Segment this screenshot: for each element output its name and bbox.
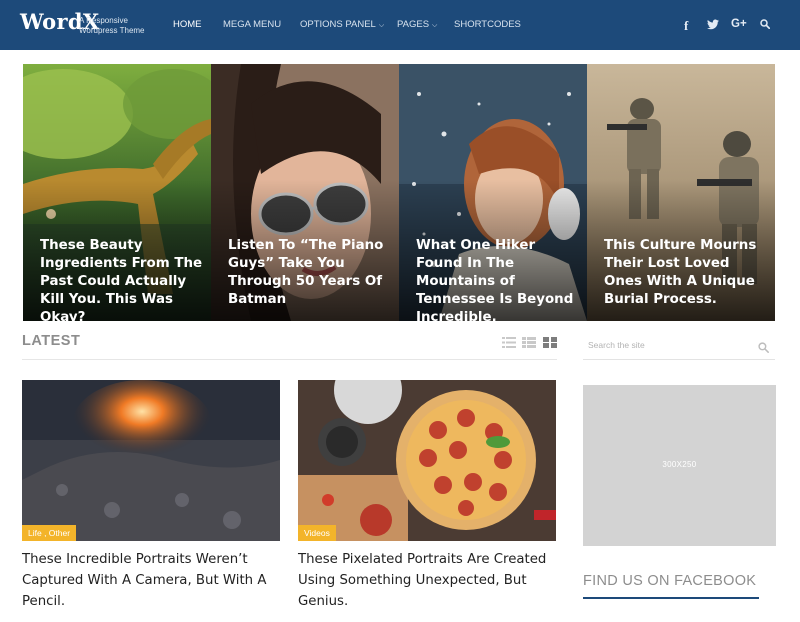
search-icon[interactable] xyxy=(758,342,769,353)
featured-slider: These Beauty Ingredients From The Past C… xyxy=(23,64,775,321)
pizza-image xyxy=(298,380,556,541)
nav-mega-menu[interactable]: MEGA MENU xyxy=(223,19,281,30)
site-tagline: A Responsive Wordpress Theme xyxy=(79,16,145,35)
slide-2[interactable]: Listen To “The Piano Guys” Take You Thro… xyxy=(211,64,399,321)
post-title[interactable]: These Pixelated Portraits Are Created Us… xyxy=(298,549,560,612)
sidebar-search xyxy=(583,336,775,360)
post-thumbnail[interactable] xyxy=(22,380,280,541)
slide-1[interactable]: These Beauty Ingredients From The Past C… xyxy=(23,64,211,321)
google-plus-icon[interactable]: G+ xyxy=(731,18,747,30)
campfire-image xyxy=(22,380,280,541)
post-title[interactable]: These Incredible Portraits Weren’t Captu… xyxy=(22,549,284,612)
chevron-down-icon: ⌵ xyxy=(432,22,438,29)
ad-size-label: 300X250 xyxy=(662,460,697,469)
post-thumbnail[interactable] xyxy=(298,380,556,541)
category-badge[interactable]: Life , Other xyxy=(22,525,77,541)
latest-heading: LATEST xyxy=(22,333,81,349)
slide-title[interactable]: These Beauty Ingredients From The Past C… xyxy=(40,237,203,321)
grid-view-icon[interactable] xyxy=(543,337,557,348)
compact-list-icon[interactable] xyxy=(522,337,536,348)
nav-shortcodes[interactable]: SHORTCODES xyxy=(454,19,521,30)
nav-pages[interactable]: PAGES ⌵ xyxy=(397,19,437,30)
search-input[interactable] xyxy=(588,340,748,350)
ad-placeholder[interactable]: 300X250 xyxy=(583,385,776,546)
twitter-icon[interactable] xyxy=(707,19,719,30)
heading-underline xyxy=(583,597,759,599)
slide-title[interactable]: Listen To “The Piano Guys” Take You Thro… xyxy=(228,237,391,309)
nav-home[interactable]: HOME xyxy=(173,19,202,30)
slide-3[interactable]: What One Hiker Found In The Mountains of… xyxy=(399,64,587,321)
search-icon[interactable] xyxy=(760,19,770,29)
slide-title[interactable]: What One Hiker Found In The Mountains of… xyxy=(416,237,579,321)
facebook-icon[interactable]: f xyxy=(684,18,688,34)
nav-options-panel[interactable]: OPTIONS PANEL ⌵ xyxy=(300,19,384,30)
slide-4[interactable]: This Culture Mourns Their Lost Loved One… xyxy=(587,64,775,321)
divider xyxy=(22,359,557,360)
site-header: WordX A Responsive Wordpress Theme HOME … xyxy=(0,0,800,50)
list-view-icon[interactable] xyxy=(502,337,516,348)
slide-title[interactable]: This Culture Mourns Their Lost Loved One… xyxy=(604,237,767,309)
chevron-down-icon: ⌵ xyxy=(378,22,385,29)
facebook-widget-heading: FIND US ON FACEBOOK xyxy=(583,573,757,589)
category-badge[interactable]: Videos xyxy=(298,525,336,541)
